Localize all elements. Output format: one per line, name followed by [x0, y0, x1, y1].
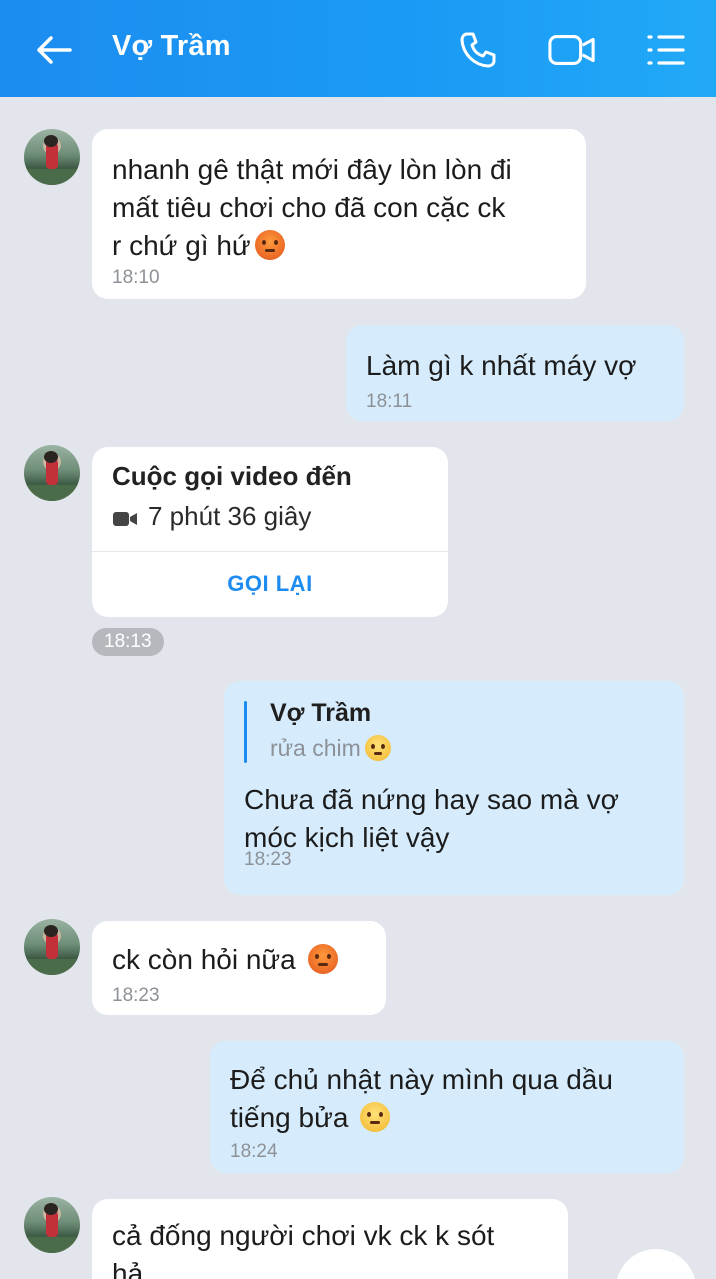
video-camera-icon [113, 512, 137, 526]
message-text: Để chủ nhật này mình qua dầu tiếng bửa [230, 1064, 613, 1133]
message-text: cả đống người chơi vk ck k sót hả [112, 1220, 495, 1279]
scroll-down-button[interactable] [616, 1249, 696, 1279]
call-back-button[interactable]: GỌI LẠI [92, 551, 448, 617]
message-time: 18:10 [112, 267, 160, 288]
quoted-text: rửa chim [270, 735, 361, 761]
video-camera-icon [548, 35, 595, 65]
chat-header: Vợ Trầm [0, 0, 716, 97]
contact-avatar[interactable] [24, 129, 80, 185]
quote-bar [244, 701, 247, 763]
outgoing-message[interactable]: Làm gì k nhất máy vợ 18:11 [346, 325, 684, 421]
voice-call-button[interactable] [454, 26, 502, 74]
smirk-face-emoji [360, 1102, 391, 1132]
incoming-message[interactable]: nhanh gê thật mới đây lòn lòn đi mất tiê… [92, 129, 586, 299]
contact-avatar[interactable] [24, 919, 80, 975]
phone-icon [460, 32, 496, 68]
message-text: Làm gì k nhất máy vợ [366, 350, 637, 381]
message-text: Chưa đã nứng hay sao mà vợ móc kịch liệt… [244, 784, 619, 853]
back-button[interactable] [32, 28, 76, 72]
quoted-sender: Vợ Trầm [270, 699, 372, 727]
incoming-message[interactable]: cả đống người chơi vk ck k sót hả [92, 1199, 568, 1279]
list-menu-icon [647, 35, 685, 65]
angry-face-emoji [307, 944, 338, 974]
message-time: 18:23 [244, 849, 292, 870]
angry-face-emoji [254, 230, 285, 260]
outgoing-message[interactable]: Để chủ nhật này mình qua dầu tiếng bửa 1… [210, 1041, 684, 1173]
call-duration: 7 phút 36 giây [148, 501, 312, 531]
outgoing-reply-message[interactable]: Vợ Trầm rửa chim Chưa đã nứng hay sao mà… [224, 681, 684, 895]
video-call-button[interactable] [548, 26, 596, 74]
menu-button[interactable] [642, 26, 690, 74]
message-time: 18:24 [230, 1141, 278, 1162]
contact-avatar[interactable] [24, 445, 80, 501]
incoming-message[interactable]: ck còn hỏi nữa 18:23 [92, 921, 386, 1015]
arrow-left-icon [37, 36, 72, 64]
message-text: ck còn hỏi nữa [112, 944, 296, 975]
message-time: 18:11 [366, 391, 413, 412]
message-text: nhanh gê thật mới đây lòn lòn đi mất tiê… [112, 154, 512, 261]
message-time: 18:13 [92, 628, 164, 656]
neutral-face-emoji [364, 735, 391, 761]
contact-avatar[interactable] [24, 1197, 80, 1253]
message-list[interactable]: nhanh gê thật mới đây lòn lòn đi mất tiê… [0, 97, 716, 1279]
video-call-card: Cuộc gọi video đến 7 phút 36 giây GỌI LẠ… [92, 447, 448, 617]
contact-name[interactable]: Vợ Trầm [112, 30, 231, 63]
message-time: 18:23 [112, 985, 160, 1006]
call-title: Cuộc gọi video đến [112, 461, 352, 491]
